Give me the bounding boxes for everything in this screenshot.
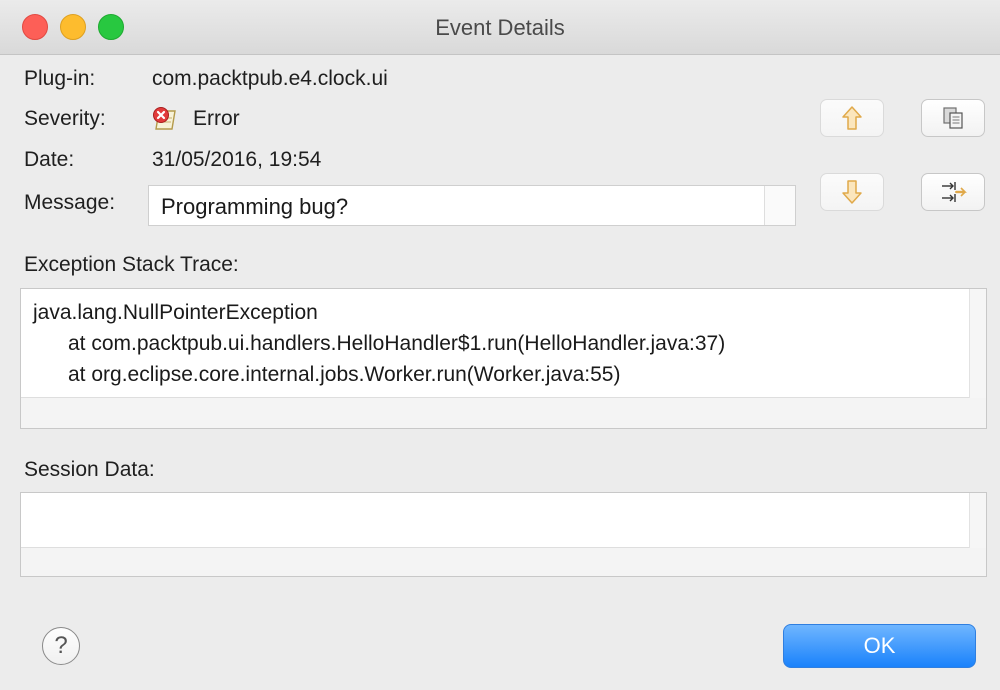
message-value: Programming bug? [161, 194, 349, 219]
stack-trace-line: at com.packtpub.ui.handlers.HelloHandler… [33, 332, 726, 355]
stack-trace-line: java.lang.NullPointerException [33, 301, 318, 324]
severity-value: Error [193, 107, 240, 130]
severity-label: Severity: [24, 107, 106, 130]
filter-button[interactable] [921, 173, 985, 211]
help-button[interactable]: ? [42, 627, 80, 665]
message-scrollbar[interactable] [764, 186, 795, 225]
session-data-vertical-scrollbar[interactable] [969, 493, 986, 548]
filter-icon [942, 182, 967, 202]
previous-event-button[interactable] [820, 99, 884, 137]
date-value: 31/05/2016, 19:54 [152, 148, 322, 171]
window-title: Event Details [435, 15, 565, 40]
copy-icon [943, 107, 963, 129]
stack-trace-label: Exception Stack Trace: [24, 253, 239, 276]
stack-trace-line: at org.eclipse.core.internal.jobs.Worker… [33, 363, 621, 386]
error-icon [153, 107, 176, 130]
copy-button[interactable] [921, 99, 985, 137]
plugin-value: com.packtpub.e4.clock.ui [152, 67, 388, 90]
stack-trace-horizontal-scrollbar[interactable] [21, 397, 986, 428]
session-data-area[interactable] [20, 492, 987, 577]
stack-trace-vertical-scrollbar[interactable] [969, 289, 986, 398]
title-bar: Event Details [0, 0, 1000, 55]
arrow-down-icon [842, 180, 862, 204]
plugin-label: Plug-in: [24, 67, 96, 90]
session-data-horizontal-scrollbar[interactable] [21, 547, 986, 576]
stack-trace-text: java.lang.NullPointerException at com.pa… [33, 297, 725, 390]
message-field[interactable]: Programming bug? [148, 185, 796, 226]
help-icon: ? [54, 632, 68, 659]
arrow-up-icon [842, 106, 862, 130]
message-label: Message: [24, 191, 116, 214]
session-data-label: Session Data: [24, 458, 155, 481]
stack-trace-area[interactable]: java.lang.NullPointerException at com.pa… [20, 288, 987, 429]
ok-button[interactable]: OK [783, 624, 976, 668]
date-label: Date: [24, 148, 75, 171]
ok-button-label: OK [863, 633, 896, 658]
next-event-button[interactable] [820, 173, 884, 211]
